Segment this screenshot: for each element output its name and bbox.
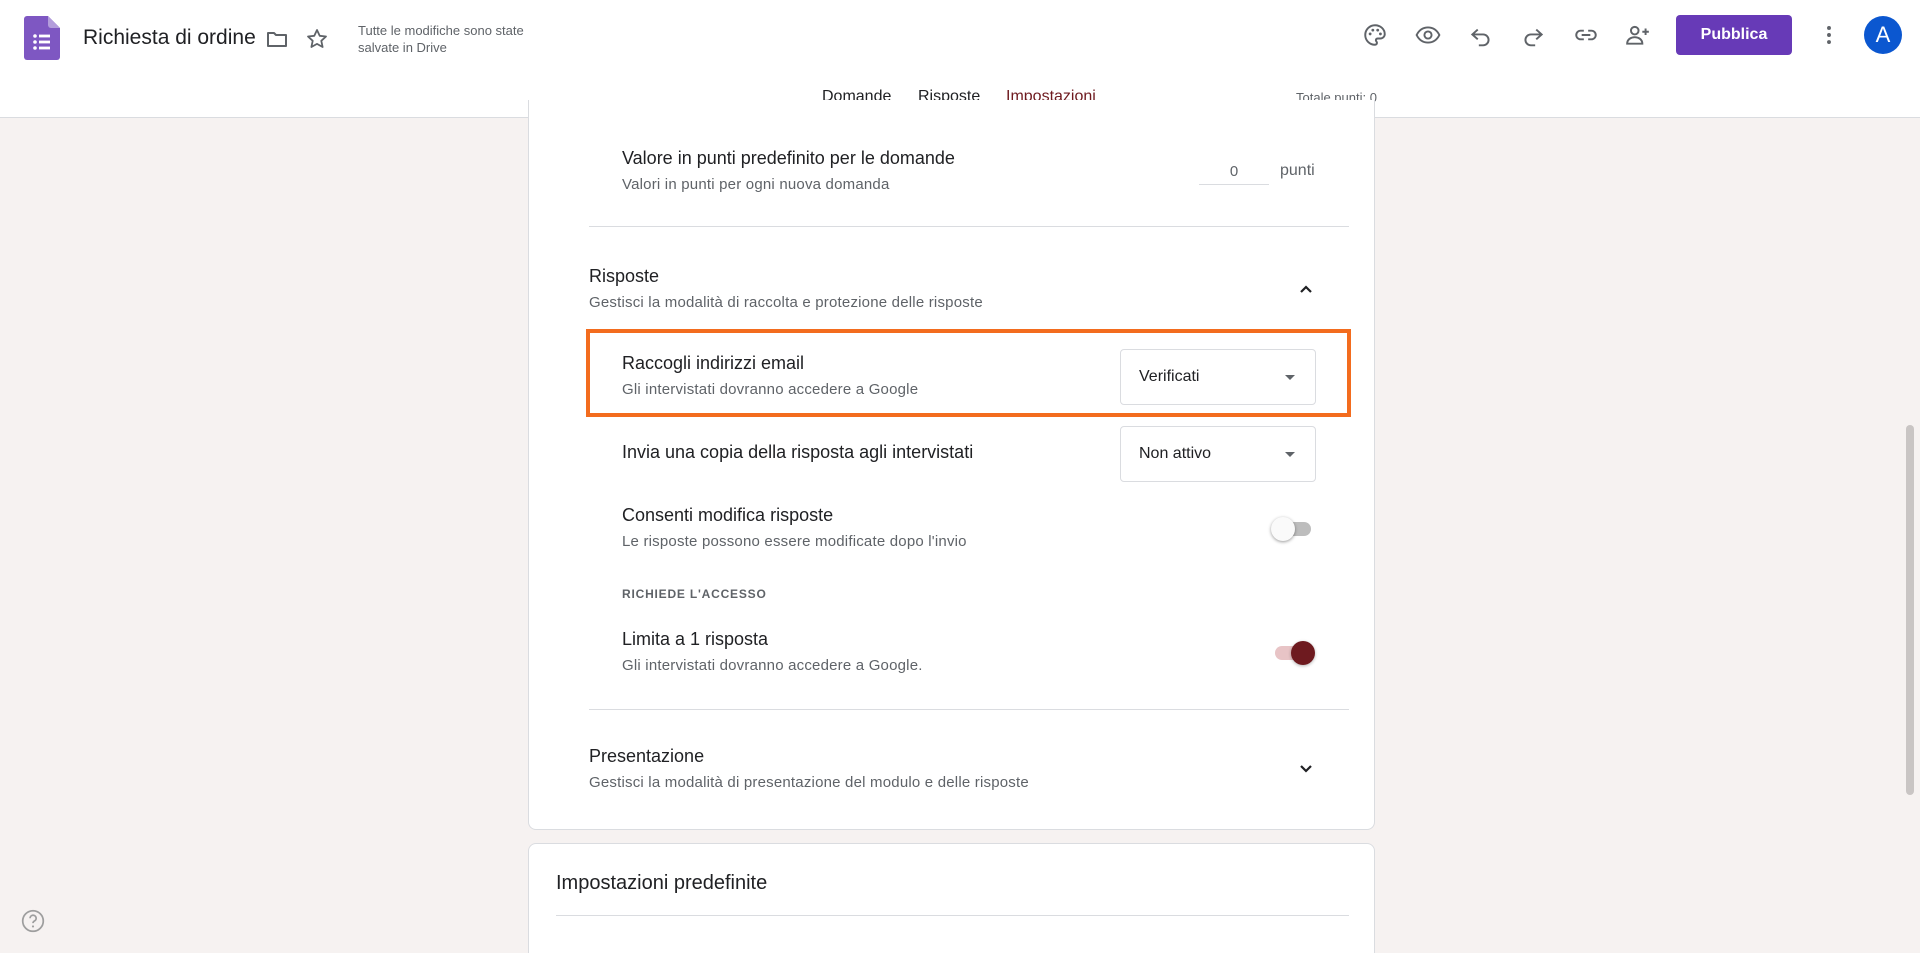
send-copy-selected-value: Non attivo [1139, 445, 1212, 462]
save-status: Tutte le modifiche sono state salvate in… [358, 23, 524, 55]
link-icon[interactable] [1571, 20, 1601, 50]
allow-edit-subtitle: Le risposte possono essere modificate do… [622, 533, 967, 550]
preview-icon[interactable] [1413, 20, 1443, 50]
settings-card: Valore in punti predefinito per le doman… [528, 100, 1375, 830]
responses-section-subtitle: Gestisci la modalità di raccolta e prote… [589, 294, 983, 311]
toggle-thumb [1271, 517, 1295, 541]
chevron-down-icon[interactable] [1294, 757, 1318, 781]
default-points-subtitle: Valori in punti per ogni nuova domanda [622, 176, 890, 193]
limit-one-subtitle: Gli intervistati dovranno accedere a Goo… [622, 657, 923, 674]
highlight-box [586, 329, 1351, 417]
undo-icon[interactable] [1466, 20, 1496, 50]
add-collaborator-icon[interactable] [1623, 20, 1653, 50]
points-unit-label: punti [1280, 162, 1315, 179]
more-vert-icon[interactable] [1814, 20, 1844, 50]
default-settings-title[interactable]: Impostazioni predefinite [556, 872, 767, 895]
divider [589, 709, 1349, 710]
responses-section-title[interactable]: Risposte [589, 266, 659, 287]
document-title[interactable]: Richiesta di ordine [83, 26, 256, 50]
send-copy-title: Invia una copia della risposta agli inte… [622, 442, 974, 462]
google-forms-logo-icon[interactable] [24, 16, 60, 60]
dropdown-arrow-icon [1285, 452, 1295, 457]
default-points-input[interactable] [1199, 159, 1269, 185]
default-settings-card: Impostazioni predefinite [528, 843, 1375, 953]
limit-one-toggle[interactable] [1273, 640, 1315, 665]
divider [556, 915, 1349, 916]
chevron-up-icon[interactable] [1294, 277, 1318, 301]
allow-edit-toggle[interactable] [1271, 516, 1313, 541]
help-icon[interactable] [20, 908, 46, 934]
divider [589, 226, 1349, 227]
redo-icon[interactable] [1518, 20, 1548, 50]
send-copy-select[interactable]: Non attivo [1120, 426, 1316, 482]
default-points-title: Valore in punti predefinito per le doman… [622, 148, 955, 168]
requires-login-label: RICHIEDE L'ACCESSO [622, 587, 767, 601]
allow-edit-title: Consenti modifica risposte [622, 505, 834, 525]
presentation-section-title[interactable]: Presentazione [589, 746, 704, 767]
avatar[interactable]: A [1864, 16, 1902, 54]
palette-icon[interactable] [1360, 20, 1390, 50]
page-scrollbar[interactable] [1906, 425, 1914, 795]
star-icon[interactable] [303, 25, 331, 53]
toggle-thumb [1291, 641, 1315, 665]
publish-button[interactable]: Pubblica [1676, 15, 1792, 55]
folder-icon[interactable] [263, 25, 291, 53]
presentation-section-subtitle: Gestisci la modalità di presentazione de… [589, 774, 1029, 791]
limit-one-title: Limita a 1 risposta [622, 629, 769, 649]
